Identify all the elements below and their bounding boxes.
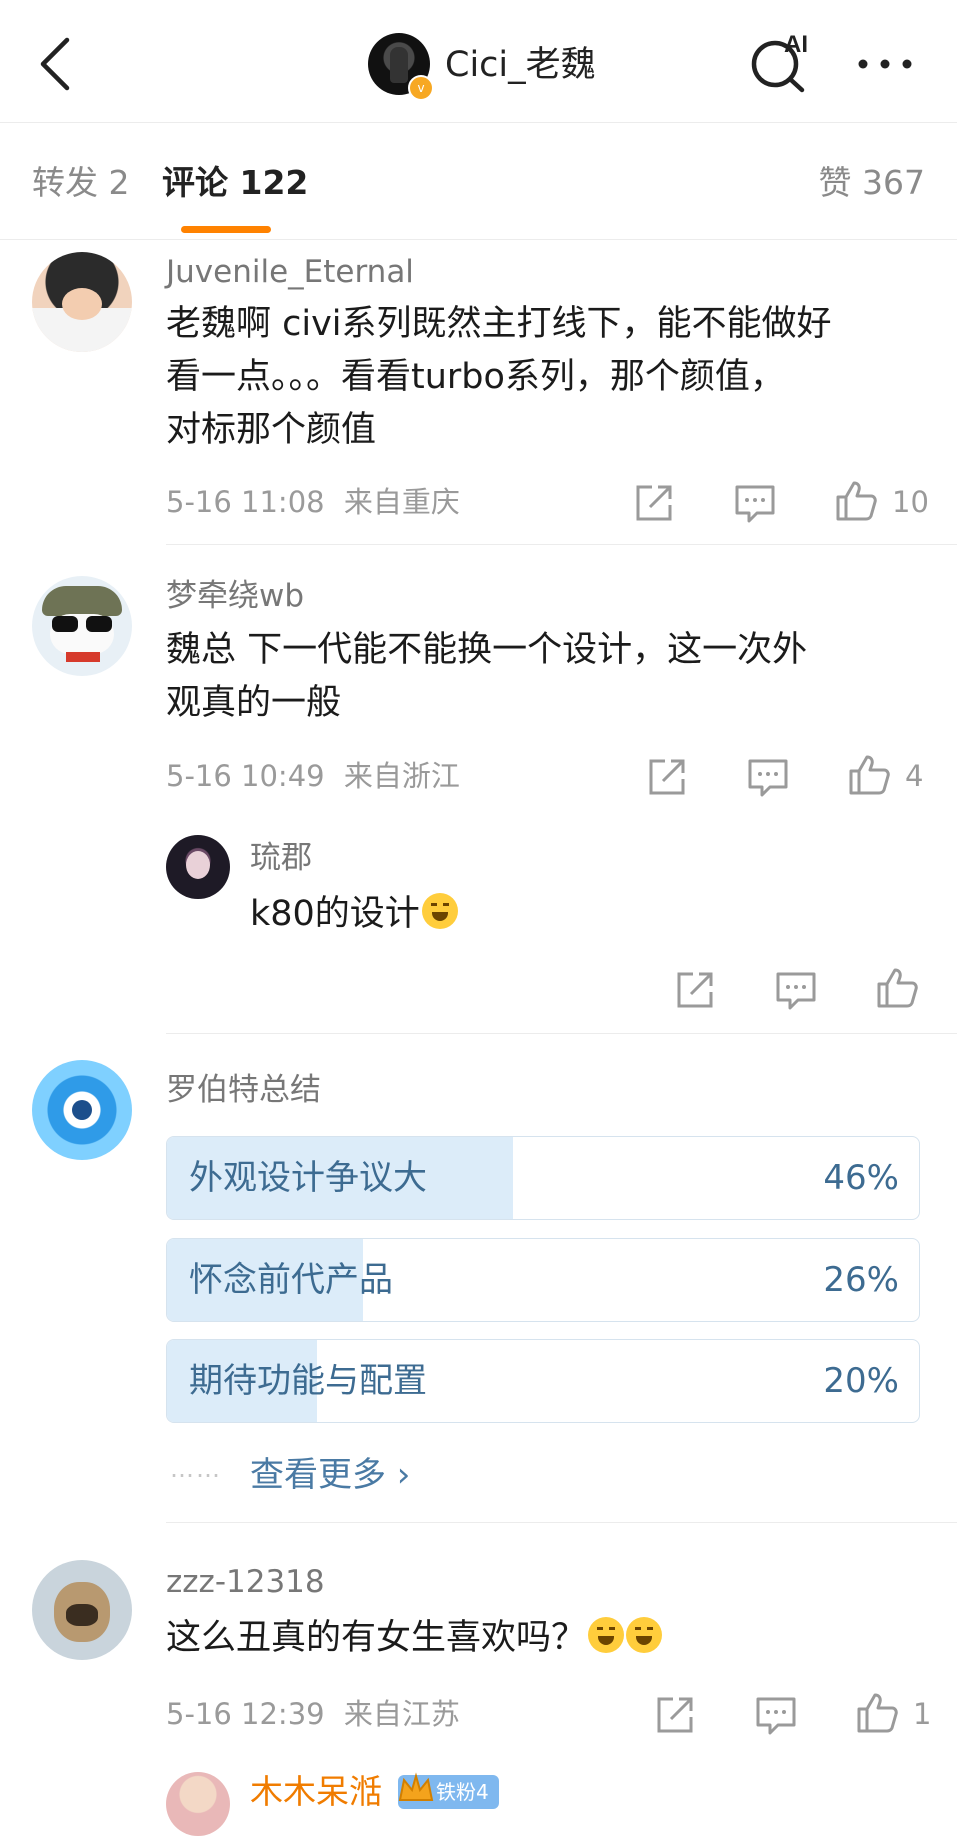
share-button[interactable] — [653, 1693, 697, 1737]
option-label: 怀念前代产品 — [189, 1260, 393, 1300]
more-button[interactable] — [855, 40, 915, 88]
option-percent: 46% — [823, 1158, 899, 1198]
comment-meta: 5-16 10:49 来自浙江 — [166, 756, 460, 796]
share-button[interactable] — [632, 481, 676, 525]
avatar[interactable] — [32, 576, 132, 676]
divider — [166, 1522, 957, 1523]
option-percent: 26% — [823, 1260, 899, 1300]
comment-text: 老魏啊 civi系列既然主打线下，能不能做好 看一点。。。看看turbo系列，那… — [166, 298, 926, 457]
see-more-link[interactable]: 查看更多 › — [250, 1452, 410, 1498]
like-icon — [836, 481, 877, 521]
like-count: 1 — [913, 1697, 932, 1731]
comment-text: 魏总 下一代能不能换一个设计，这一次外 观真的一般 — [166, 624, 926, 730]
like-count: 10 — [892, 485, 929, 519]
comment-username[interactable]: zzz-12318 — [166, 1562, 325, 1602]
fan-username[interactable]: 木木呆湉 — [250, 1772, 382, 1812]
comment-username[interactable]: 梦牵绕wb — [166, 576, 304, 616]
option-label: 期待功能与配置 — [189, 1361, 427, 1401]
summary-option[interactable]: 期待功能与配置 20% — [166, 1339, 920, 1423]
like-button[interactable] — [875, 966, 919, 1010]
comment-line: 对标那个颜值 — [166, 410, 377, 450]
avatar[interactable] — [32, 1560, 132, 1660]
see-more-dots: …… — [170, 1455, 222, 1483]
back-button[interactable] — [30, 32, 80, 96]
author-name[interactable]: Cici_老魏 — [445, 40, 596, 90]
avatar[interactable] — [166, 1772, 230, 1836]
active-tab-indicator — [181, 226, 271, 233]
comment-button[interactable] — [733, 481, 777, 525]
comment-meta: 5-16 11:08 来自重庆 — [166, 482, 460, 522]
like-button[interactable] — [855, 1691, 899, 1735]
comment-meta: 5-16 12:39 来自江苏 — [166, 1694, 460, 1734]
option-label: 外观设计争议大 — [189, 1158, 427, 1198]
reply-text-content: k80的设计 — [250, 894, 420, 934]
more-icon — [858, 59, 912, 69]
comment-time: 5-16 11:08 — [166, 485, 325, 519]
like-count: 4 — [905, 759, 924, 793]
comment-username[interactable]: Juvenile_Eternal — [166, 252, 414, 292]
reply-text: k80的设计 — [250, 888, 458, 941]
comment-time: 5-16 10:49 — [166, 759, 325, 793]
comment-location: 来自重庆 — [343, 485, 460, 519]
reply-username[interactable]: 琉郡 — [250, 838, 312, 878]
comment-location: 来自江苏 — [343, 1697, 460, 1731]
share-icon — [649, 759, 685, 795]
divider — [166, 1033, 957, 1034]
comment-location: 来自浙江 — [343, 759, 460, 793]
comment-icon — [735, 485, 775, 523]
comment-line: 魏总 下一代能不能换一个设计，这一次外 — [166, 630, 808, 670]
share-icon — [677, 972, 713, 1008]
comment-button[interactable] — [774, 968, 818, 1012]
option-percent: 20% — [823, 1361, 899, 1401]
comment-time: 5-16 12:39 — [166, 1697, 325, 1731]
comment-line: 观真的一般 — [166, 683, 342, 723]
share-icon — [636, 485, 672, 521]
like-button[interactable] — [834, 479, 878, 523]
tab-reposts[interactable]: 转发 2 — [32, 161, 130, 205]
crown-icon — [396, 1770, 436, 1810]
comment-line: 看一点。。。看看turbo系列，那个颜值， — [166, 357, 785, 397]
divider — [166, 544, 957, 545]
summary-author[interactable]: 罗伯特总结 — [166, 1070, 321, 1110]
like-button[interactable] — [847, 753, 891, 797]
share-button[interactable] — [645, 755, 689, 799]
ai-label: AI — [784, 31, 808, 58]
summary-avatar[interactable] — [32, 1060, 132, 1160]
comment-icon — [748, 759, 788, 797]
reply-avatar[interactable] — [166, 835, 230, 899]
share-icon — [657, 1697, 693, 1733]
like-icon — [857, 1693, 898, 1733]
summary-option[interactable]: 外观设计争议大 46% — [166, 1136, 920, 1220]
avatar[interactable] — [32, 252, 132, 352]
comment-icon — [756, 1697, 796, 1735]
tab-bar: 转发 2 评论 122 赞 367 — [0, 123, 957, 240]
like-icon — [849, 755, 890, 795]
ai-search-button[interactable]: AI — [748, 30, 816, 94]
tab-likes[interactable]: 赞 367 — [819, 161, 925, 205]
comment-text: 这么丑真的有女生喜欢吗？ — [166, 1612, 926, 1665]
like-icon — [877, 968, 918, 1008]
top-bar: v Cici_老魏 AI — [0, 0, 957, 123]
ai-search-icon: AI — [751, 31, 808, 93]
comment-button[interactable] — [746, 755, 790, 799]
laugh-cry-emoji — [588, 1617, 625, 1653]
tab-comments[interactable]: 评论 122 — [162, 161, 308, 205]
back-icon — [40, 37, 70, 91]
laugh-cry-emoji — [421, 893, 458, 929]
comment-button[interactable] — [754, 1693, 798, 1737]
comment-line: 这么丑真的有女生喜欢吗？ — [166, 1618, 587, 1658]
summary-option[interactable]: 怀念前代产品 26% — [166, 1238, 920, 1322]
comment-line: 老魏啊 civi系列既然主打线下，能不能做好 — [166, 304, 832, 344]
share-button[interactable] — [673, 968, 717, 1012]
comment-icon — [776, 972, 816, 1010]
laugh-cry-emoji — [626, 1617, 663, 1653]
verified-icon: v — [408, 75, 434, 101]
